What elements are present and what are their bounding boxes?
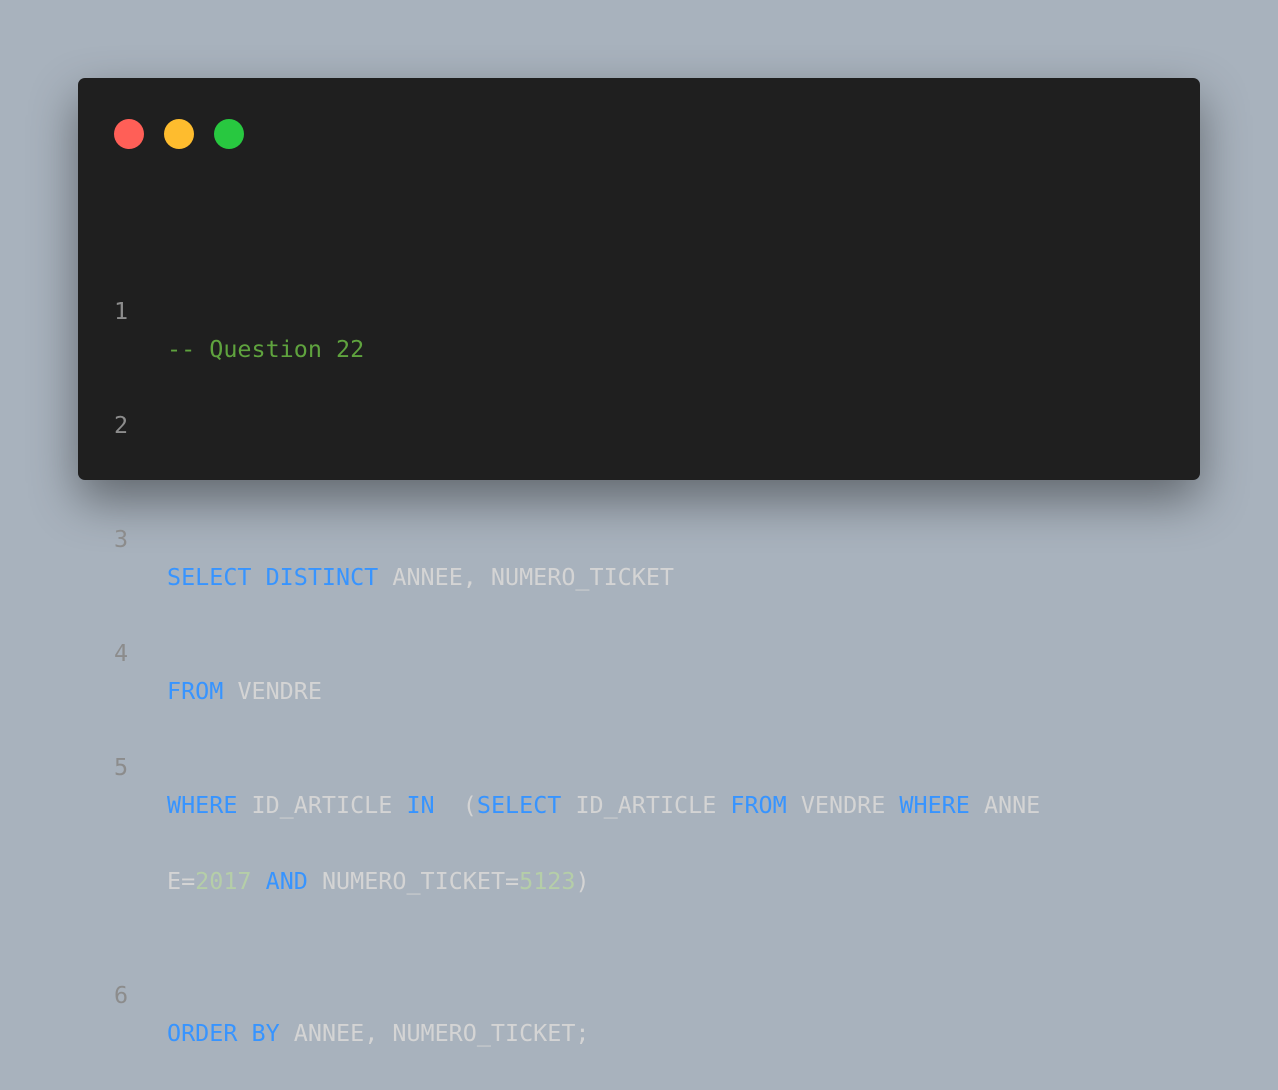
line-number: 2 bbox=[114, 411, 129, 439]
keyword: SELECT bbox=[476, 791, 562, 819]
code-line-3: 3 SELECT DISTINCT ANNEE, NUMERO_TICKET bbox=[78, 482, 1200, 591]
line-text: WHERE ID_ARTICLE IN (SELECT ID_ARTICLE F… bbox=[167, 786, 1040, 824]
keyword: BY bbox=[251, 1019, 280, 1047]
line-number: 3 bbox=[114, 525, 129, 553]
line-text: -- Question 22 bbox=[167, 330, 364, 368]
code-line-2: 2 bbox=[78, 368, 1200, 439]
keyword: WHERE bbox=[899, 791, 970, 819]
punctuation: ( bbox=[462, 791, 477, 819]
identifier: ANNEE, NUMERO_TICKET bbox=[392, 563, 675, 591]
code-line-4: 4 FROM VENDRE bbox=[78, 596, 1200, 705]
keyword: ORDER bbox=[167, 1019, 238, 1047]
keyword: IN bbox=[406, 791, 435, 819]
line-text: SELECT DISTINCT ANNEE, NUMERO_TICKET bbox=[167, 558, 674, 596]
number-literal: 2017 bbox=[195, 867, 252, 895]
close-window-button[interactable] bbox=[114, 119, 144, 149]
code-line-5-wrap: E=2017 AND NUMERO_TICKET=5123) bbox=[78, 824, 1200, 895]
identifier: VENDRE bbox=[237, 677, 322, 705]
identifier: ANNE bbox=[983, 791, 1041, 819]
line-number: 4 bbox=[114, 639, 129, 667]
code-line-1: 1 -- Question 22 bbox=[78, 254, 1200, 363]
punctuation: ) bbox=[575, 867, 590, 895]
line-number: 5 bbox=[114, 753, 129, 781]
keyword: AND bbox=[265, 867, 308, 895]
line-number: 1 bbox=[114, 297, 129, 325]
keyword: WHERE bbox=[167, 791, 238, 819]
identifier: ID_ARTICLE bbox=[575, 791, 717, 819]
keyword: FROM bbox=[167, 677, 224, 705]
code-line-5: 5 WHERE ID_ARTICLE IN (SELECT ID_ARTICLE… bbox=[78, 710, 1200, 819]
identifier: ANNEE, NUMERO_TICKET; bbox=[293, 1019, 590, 1047]
code-editor[interactable]: 1 -- Question 22 2 3 SELECT DISTINCT ANN… bbox=[78, 178, 1200, 1052]
identifier: NUMERO_TICKET= bbox=[321, 867, 520, 895]
keyword: FROM bbox=[730, 791, 787, 819]
keyword: SELECT bbox=[167, 563, 252, 591]
number-literal: 5123 bbox=[519, 867, 576, 895]
line-text: E=2017 AND NUMERO_TICKET=5123) bbox=[167, 862, 590, 900]
line-number: 6 bbox=[114, 981, 129, 1009]
line-text: FROM VENDRE bbox=[167, 672, 322, 710]
identifier: ID_ARTICLE bbox=[251, 791, 393, 819]
comment: -- Question 22 bbox=[167, 335, 365, 363]
keyword: DISTINCT bbox=[265, 563, 379, 591]
code-window: 1 -- Question 22 2 3 SELECT DISTINCT ANN… bbox=[78, 78, 1200, 1047]
identifier: VENDRE bbox=[800, 791, 886, 819]
minimize-window-button[interactable] bbox=[164, 119, 194, 149]
line-text: ORDER BY ANNEE, NUMERO_TICKET; bbox=[167, 1014, 590, 1052]
identifier: E= bbox=[167, 867, 196, 895]
code-line-6: 6 ORDER BY ANNEE, NUMERO_TICKET; bbox=[78, 938, 1200, 1047]
maximize-window-button[interactable] bbox=[214, 119, 244, 149]
